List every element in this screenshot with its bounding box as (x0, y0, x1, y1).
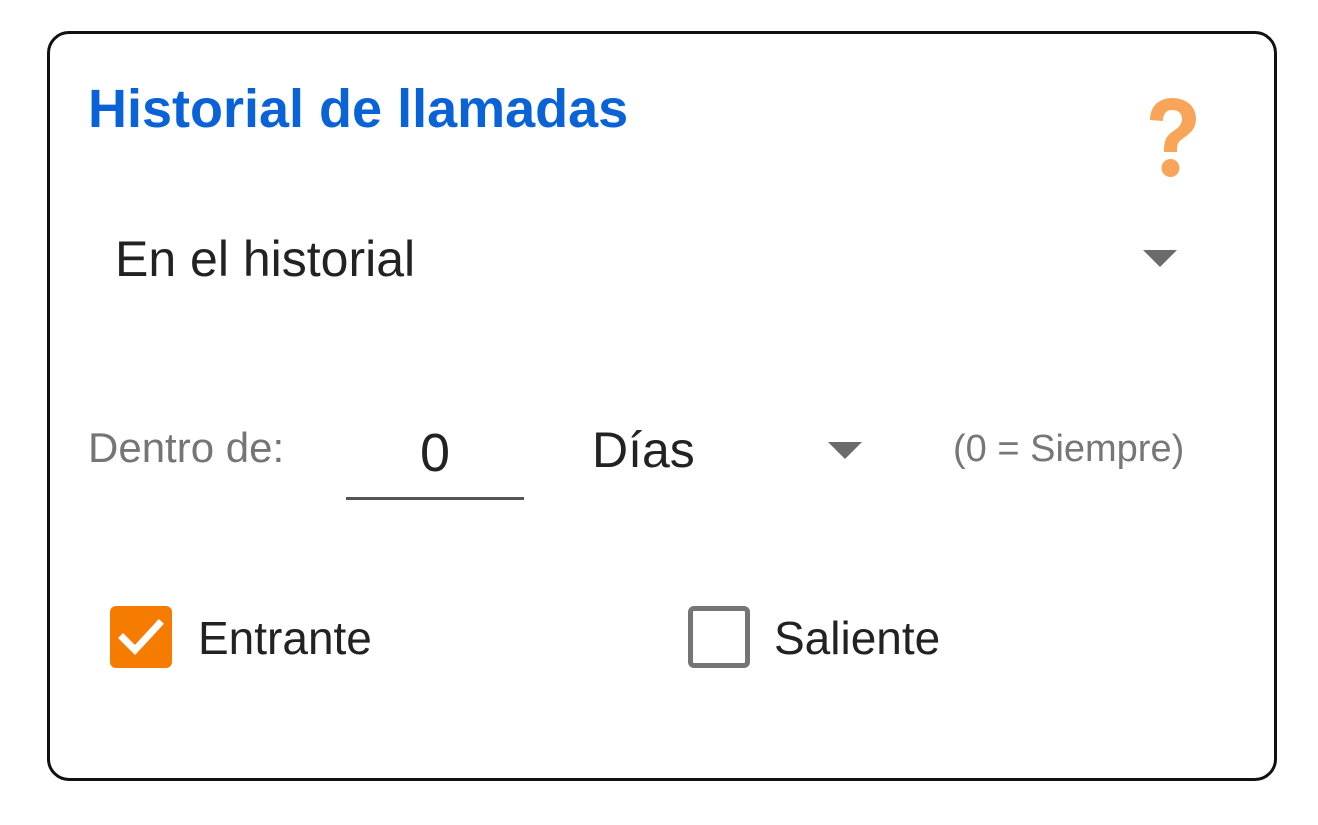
caret-down-icon (1143, 250, 1177, 267)
checkbox-checked-icon[interactable] (110, 606, 172, 668)
outgoing-checkbox[interactable]: Saliente (688, 606, 988, 670)
question-mark-icon[interactable] (1140, 94, 1204, 184)
incoming-checkbox[interactable]: Entrante (110, 606, 410, 670)
caret-down-icon (828, 442, 862, 459)
within-label: Dentro de: (88, 424, 285, 471)
outgoing-label: Saliente (774, 612, 941, 664)
days-input[interactable] (346, 408, 524, 500)
time-unit-value: Días (592, 422, 695, 478)
history-dropdown[interactable]: En el historial (108, 218, 1198, 302)
history-dropdown-value: En el historial (115, 231, 416, 287)
card-title: Historial de llamadas (88, 79, 629, 139)
time-unit-dropdown[interactable]: Días (585, 410, 875, 490)
always-hint: (0 = Siempre) (953, 428, 1185, 470)
incoming-label: Entrante (198, 612, 372, 664)
checkbox-unchecked-icon[interactable] (688, 606, 750, 668)
